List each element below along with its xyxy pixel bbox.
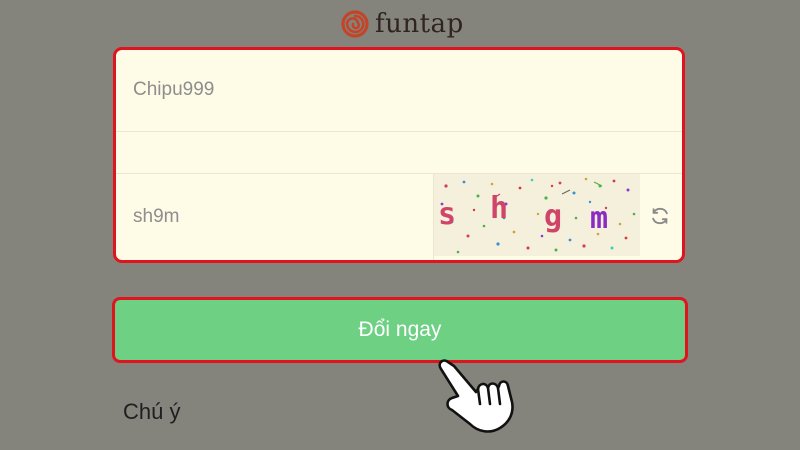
exchange-form: Chipu999 sh9m s h g m <box>113 47 685 263</box>
captcha-input[interactable]: sh9m <box>116 174 434 260</box>
captcha-char: g <box>544 199 562 234</box>
username-field[interactable]: Chipu999 <box>116 50 682 132</box>
captcha-char: s <box>438 197 456 232</box>
refresh-icon[interactable] <box>649 205 671 227</box>
brand-name: funtap <box>375 9 464 39</box>
note-label: Chú ý <box>123 399 181 424</box>
exchange-now-button[interactable]: Đổi ngay <box>112 297 688 363</box>
captcha-row: sh9m s h g m <box>116 174 682 260</box>
code-field[interactable] <box>116 132 682 174</box>
hand-pointer-icon <box>438 359 514 433</box>
captcha-image: s h g m <box>434 174 640 256</box>
captcha-char: m <box>590 201 608 236</box>
page: funtap Chipu999 sh9m s h g m Đổi ngay Ch… <box>0 0 800 450</box>
captcha-char: h <box>490 191 508 226</box>
brand-logo: funtap <box>341 6 464 42</box>
captcha-graphic: s h g m <box>438 177 636 254</box>
captcha-input-value: sh9m <box>133 206 180 227</box>
username-value: Chipu999 <box>133 79 215 100</box>
spiral-logo-icon <box>341 10 369 38</box>
